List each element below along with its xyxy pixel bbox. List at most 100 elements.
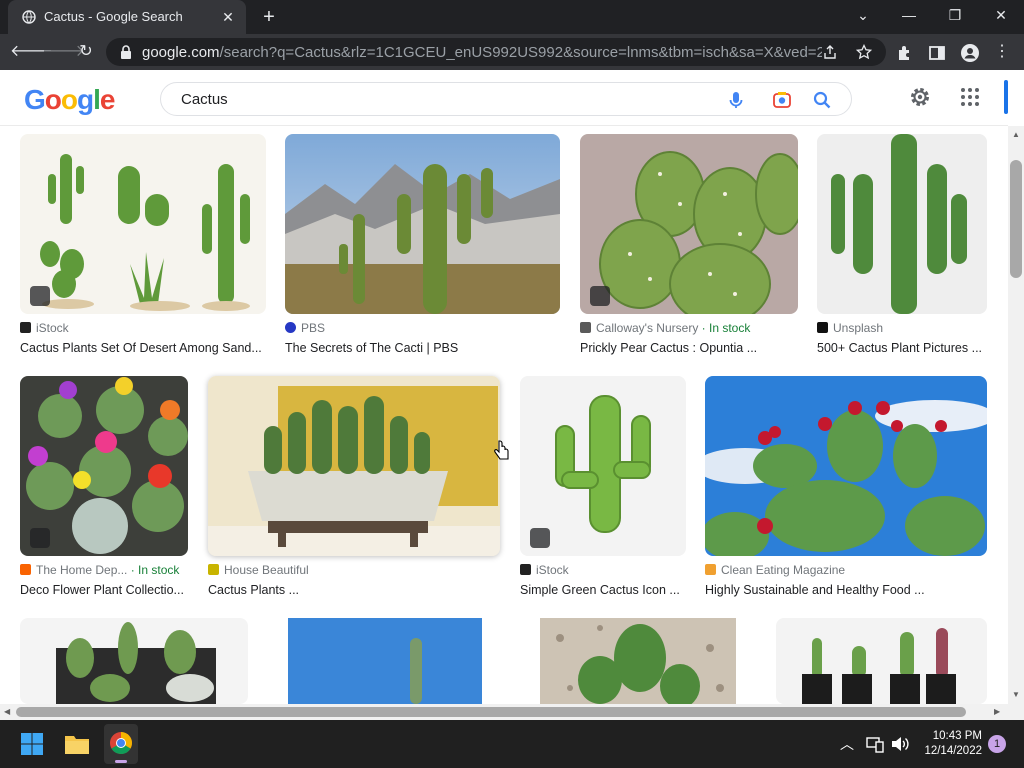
- active-app-indicator: [115, 760, 127, 763]
- result-source[interactable]: Unsplash: [817, 321, 883, 335]
- sign-in-button-edge[interactable]: [1004, 80, 1008, 114]
- result-card[interactable]: Unsplash 500+ Cactus Plant Pictures ...: [817, 134, 987, 364]
- result-thumbnail[interactable]: [705, 376, 987, 556]
- source-favicon-icon: [817, 322, 828, 333]
- result-source[interactable]: The Home Dep... · In stock: [20, 563, 179, 577]
- notification-badge[interactable]: 1: [988, 735, 1006, 753]
- search-input[interactable]: Cactus: [181, 91, 228, 108]
- result-card[interactable]: Clean Eating Magazine Highly Sustainable…: [705, 376, 987, 606]
- browser-toolbar: 🡐 🡒 ↻ google.com/search?q=Cactus&rlz=1C1…: [0, 34, 1024, 70]
- result-thumbnail[interactable]: [540, 618, 736, 704]
- result-title[interactable]: Highly Sustainable and Healthy Food ...: [705, 583, 987, 597]
- result-thumbnail[interactable]: [817, 134, 987, 314]
- horizontal-scroll-thumb[interactable]: [16, 707, 966, 717]
- chrome-icon: [110, 732, 132, 754]
- source-favicon-icon: [705, 564, 716, 575]
- result-thumbnail[interactable]: [288, 618, 482, 704]
- scroll-right-icon[interactable]: ▶: [994, 707, 1000, 716]
- windows-start-icon[interactable]: [20, 732, 44, 756]
- side-panel-icon[interactable]: [928, 44, 946, 62]
- result-card[interactable]: iStock Cactus Plants Set Of Desert Among…: [20, 134, 266, 364]
- horizontal-scrollbar[interactable]: ◀ ▶: [0, 704, 1024, 720]
- new-tab-button[interactable]: +: [258, 6, 280, 28]
- result-title[interactable]: Cactus Plants Set Of Desert Among Sand..…: [20, 341, 266, 355]
- google-logo[interactable]: Google: [24, 84, 115, 116]
- settings-gear-icon[interactable]: [908, 85, 932, 109]
- url-domain: google.com: [142, 44, 220, 61]
- tab-google-search[interactable]: Cactus - Google Search ✕: [8, 0, 246, 34]
- tab-search-icon[interactable]: ⌄: [840, 0, 886, 30]
- shopping-tag-icon: [30, 528, 50, 548]
- result-source[interactable]: Clean Eating Magazine: [705, 563, 845, 577]
- result-title[interactable]: Cactus Plants ...: [208, 583, 500, 597]
- vertical-scroll-thumb[interactable]: [1010, 160, 1022, 278]
- search-icon[interactable]: [811, 89, 833, 111]
- result-title[interactable]: 500+ Cactus Plant Pictures ...: [817, 341, 987, 355]
- scroll-left-icon[interactable]: ◀: [4, 707, 10, 716]
- result-card[interactable]: PBS The Secrets of The Cacti | PBS: [285, 134, 560, 364]
- result-thumbnail[interactable]: [776, 618, 987, 704]
- restore-button[interactable]: ❐: [932, 0, 978, 30]
- address-bar[interactable]: google.com/search?q=Cactus&rlz=1C1GCEU_e…: [106, 38, 886, 66]
- result-source[interactable]: Calloway's Nursery · In stock: [580, 321, 750, 335]
- hand-cursor-icon: [494, 440, 509, 460]
- result-source[interactable]: iStock: [20, 321, 69, 335]
- extensions-icon[interactable]: [896, 44, 914, 62]
- vertical-scrollbar[interactable]: ▲ ▼: [1008, 126, 1024, 704]
- result-card[interactable]: Calloway's Nursery · In stock Prickly Pe…: [580, 134, 798, 364]
- chrome-taskbar-button[interactable]: [104, 724, 138, 764]
- chrome-menu-icon[interactable]: ⋮: [990, 40, 1014, 64]
- profile-avatar-icon[interactable]: [960, 43, 980, 63]
- result-title[interactable]: Simple Green Cactus Icon ...: [520, 583, 686, 597]
- logo-letter: o: [60, 84, 78, 115]
- close-window-button[interactable]: ✕: [978, 0, 1024, 30]
- result-card[interactable]: House Beautiful Cactus Plants ...: [208, 376, 500, 606]
- result-thumbnail[interactable]: [20, 134, 266, 314]
- forward-icon[interactable]: 🡒: [42, 40, 85, 64]
- result-source[interactable]: PBS: [285, 321, 325, 335]
- network-icon[interactable]: [866, 735, 884, 753]
- logo-letter: o: [44, 84, 62, 115]
- result-thumbnail[interactable]: [580, 134, 798, 314]
- image-results: iStock Cactus Plants Set Of Desert Among…: [0, 126, 1008, 704]
- close-tab-icon[interactable]: ✕: [218, 7, 238, 27]
- scroll-down-icon[interactable]: ▼: [1012, 690, 1020, 699]
- voice-search-icon[interactable]: [725, 89, 747, 111]
- scroll-up-icon[interactable]: ▲: [1012, 130, 1020, 139]
- show-hidden-icons-chevron-icon[interactable]: ︿: [840, 734, 854, 754]
- result-card[interactable]: iStock Simple Green Cactus Icon ...: [520, 376, 686, 606]
- tab-strip: Cactus - Google Search ✕ + ⌄ — ❐ ✕: [0, 0, 1024, 34]
- reload-icon[interactable]: ↻: [74, 40, 98, 64]
- tab-title: Cactus - Google Search: [44, 9, 183, 24]
- google-header: Google Cactus: [0, 70, 1008, 126]
- bookmark-star-icon[interactable]: [856, 44, 872, 60]
- url-path: /search?q=Cactus&rlz=1C1GCEU_enUS992US99…: [219, 44, 822, 61]
- volume-icon[interactable]: [890, 735, 910, 753]
- camera-lens-icon[interactable]: [771, 89, 793, 111]
- url-text: google.com/search?q=Cactus&rlz=1C1GCEU_e…: [142, 44, 822, 61]
- source-favicon-icon: [285, 322, 296, 333]
- shopping-tag-icon: [590, 286, 610, 306]
- result-card[interactable]: The Home Dep... · In stock Deco Flower P…: [20, 376, 188, 606]
- source-favicon-icon: [20, 322, 31, 333]
- result-title[interactable]: The Secrets of The Cacti | PBS: [285, 341, 560, 355]
- result-title[interactable]: Prickly Pear Cactus : Opuntia ...: [580, 341, 798, 355]
- result-title[interactable]: Deco Flower Plant Collectio...: [20, 583, 188, 597]
- result-source[interactable]: iStock: [520, 563, 569, 577]
- clock-date: 12/14/2022: [924, 745, 982, 757]
- back-icon[interactable]: 🡐: [10, 40, 53, 64]
- search-box[interactable]: Cactus: [160, 82, 852, 116]
- source-favicon-icon: [208, 564, 219, 575]
- logo-letter: g: [77, 84, 94, 115]
- result-thumbnail[interactable]: [208, 376, 500, 556]
- result-thumbnail[interactable]: [285, 134, 560, 314]
- share-icon[interactable]: [822, 44, 838, 60]
- image-badge-icon: [30, 286, 50, 306]
- apps-grid-icon[interactable]: [958, 85, 982, 109]
- result-source[interactable]: House Beautiful: [208, 563, 309, 577]
- result-thumbnail[interactable]: [20, 618, 248, 704]
- globe-icon: [22, 10, 36, 24]
- minimize-button[interactable]: —: [886, 0, 932, 30]
- system-clock[interactable]: 10:43 PM 12/14/2022: [918, 729, 982, 759]
- file-explorer-icon[interactable]: [64, 733, 90, 755]
